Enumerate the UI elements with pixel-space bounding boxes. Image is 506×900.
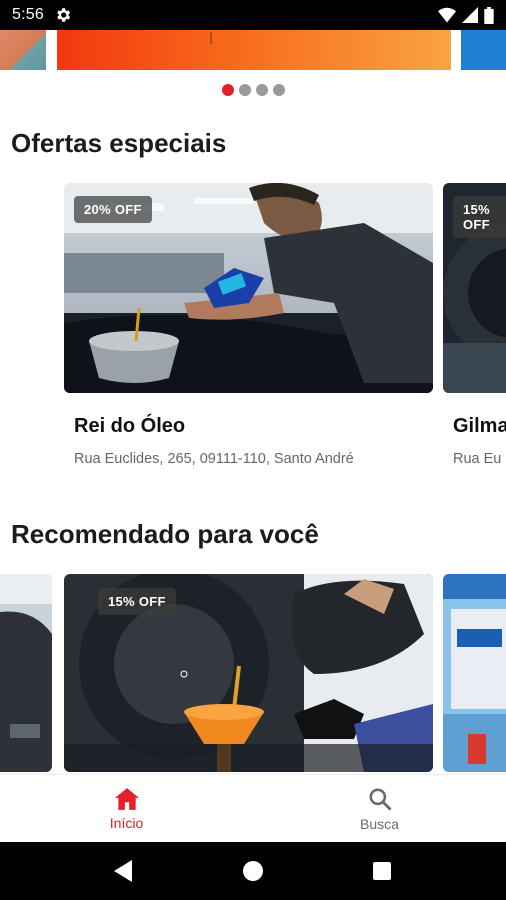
discount-badge: 15% OFF xyxy=(98,588,176,615)
discount-badge: 20% OFF xyxy=(74,196,152,223)
nav-tab-home[interactable]: Início xyxy=(0,775,253,842)
back-icon[interactable] xyxy=(114,860,134,882)
shop-name[interactable]: Gilma xyxy=(453,415,506,438)
banner-current-slide[interactable] xyxy=(57,30,451,70)
recents-icon[interactable] xyxy=(372,861,392,881)
home-icon xyxy=(114,787,139,810)
carousel-indicator xyxy=(0,84,506,96)
section-title-offers: Ofertas especiais xyxy=(11,128,227,158)
battery-icon xyxy=(484,6,494,24)
status-bar: 5:56 xyxy=(0,0,506,30)
settings-icon xyxy=(57,8,71,22)
shop-address: Rua Eu xyxy=(453,451,502,467)
offer-card-image[interactable]: 20% OFF xyxy=(64,183,433,393)
carousel-dot[interactable] xyxy=(238,84,251,96)
recommended-card-image[interactable] xyxy=(443,574,506,772)
shop-front-photo xyxy=(443,574,506,772)
nav-tab-search[interactable]: Busca xyxy=(253,775,506,842)
wifi-icon xyxy=(438,7,456,23)
banner-carousel[interactable] xyxy=(0,30,506,70)
carousel-dot[interactable] xyxy=(272,84,285,96)
search-icon xyxy=(368,787,391,810)
discount-badge: 15% OFF xyxy=(453,196,506,238)
recommended-card-image[interactable] xyxy=(0,574,52,772)
section-title-recommended: Recomendado para você xyxy=(11,519,319,549)
nav-tab-label: Busca xyxy=(360,815,399,832)
home-circle-icon[interactable] xyxy=(242,860,264,882)
bottom-navigation: Início Busca xyxy=(0,774,506,842)
offer-card-image[interactable]: 15% OFF xyxy=(443,183,506,393)
shop-name[interactable]: Rei do Óleo xyxy=(74,415,185,438)
mechanic-photo xyxy=(0,574,52,772)
signal-icon xyxy=(462,7,478,23)
banner-mark xyxy=(210,32,212,44)
recommended-card-image[interactable]: 15% OFF xyxy=(64,574,433,772)
shop-address: Rua Euclides, 265, 09111-110, Santo Andr… xyxy=(74,451,354,467)
system-navigation-bar xyxy=(0,842,506,900)
banner-prev-slide[interactable] xyxy=(0,30,46,70)
carousel-dot-active[interactable] xyxy=(221,84,234,96)
status-time: 5:56 xyxy=(12,6,44,23)
carousel-dot[interactable] xyxy=(255,84,268,96)
banner-next-slide[interactable] xyxy=(461,30,506,70)
nav-tab-label: Início xyxy=(109,814,144,831)
